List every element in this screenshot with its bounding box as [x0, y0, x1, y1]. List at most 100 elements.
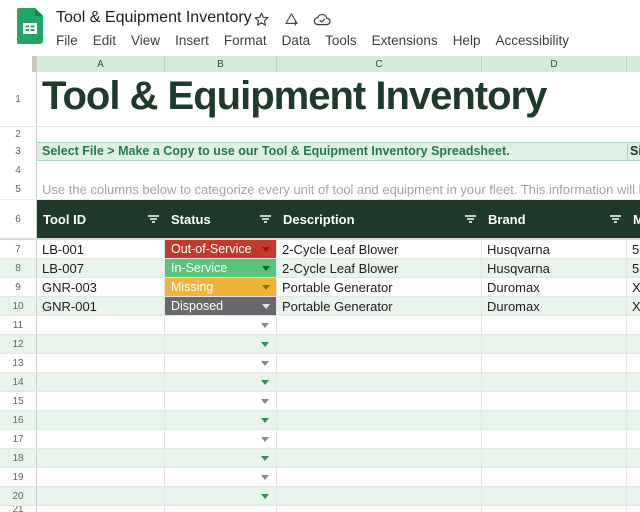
- row-number-19[interactable]: 19: [0, 468, 37, 486]
- empty-cell[interactable]: [627, 354, 640, 372]
- empty-cell[interactable]: [482, 487, 627, 505]
- column-header-e[interactable]: [627, 56, 640, 72]
- row-number-1[interactable]: 1: [0, 72, 37, 126]
- empty-cell[interactable]: [277, 506, 482, 512]
- row-number-21[interactable]: 21: [0, 506, 37, 512]
- header-cell-tool-id[interactable]: Tool ID: [37, 200, 165, 238]
- cell-model[interactable]: XP: [627, 297, 640, 315]
- menu-tools[interactable]: Tools: [325, 33, 357, 48]
- empty-cell[interactable]: [482, 411, 627, 429]
- empty-cell[interactable]: [627, 487, 640, 505]
- cell-description[interactable]: 2-Cycle Leaf Blower: [277, 240, 482, 258]
- empty-status-cell[interactable]: [165, 430, 277, 448]
- empty-cell[interactable]: [627, 468, 640, 486]
- empty-cell[interactable]: [277, 468, 482, 486]
- menu-extensions[interactable]: Extensions: [372, 33, 438, 48]
- select-all-corner[interactable]: [0, 56, 37, 72]
- column-header-a[interactable]: A: [37, 56, 165, 72]
- empty-status-cell[interactable]: [165, 506, 277, 512]
- empty-cell[interactable]: [482, 354, 627, 372]
- cell-status[interactable]: In-Service: [165, 259, 277, 277]
- empty-status-cell[interactable]: [165, 468, 277, 486]
- column-header-b[interactable]: B: [165, 56, 277, 72]
- filter-icon[interactable]: [610, 215, 621, 223]
- row-number-17[interactable]: 17: [0, 430, 37, 448]
- row-number-6[interactable]: 6: [0, 200, 37, 238]
- cell-brand[interactable]: Duromax: [482, 297, 627, 315]
- filter-icon[interactable]: [260, 215, 271, 223]
- empty-status-cell[interactable]: [165, 392, 277, 410]
- row-number-13[interactable]: 13: [0, 354, 37, 372]
- filter-icon[interactable]: [148, 215, 159, 223]
- row-number-16[interactable]: 16: [0, 411, 37, 429]
- status-dropdown-chip[interactable]: Out-of-Service: [165, 240, 276, 258]
- empty-cell[interactable]: [277, 373, 482, 391]
- cell-description[interactable]: Portable Generator: [277, 278, 482, 296]
- cell-description[interactable]: 2-Cycle Leaf Blower: [277, 259, 482, 277]
- dropdown-arrow-icon[interactable]: [261, 323, 269, 328]
- row-number-9[interactable]: 9: [0, 278, 37, 296]
- row-number-10[interactable]: 10: [0, 297, 37, 315]
- empty-cell[interactable]: [627, 411, 640, 429]
- cell-brand[interactable]: Husqvarna: [482, 259, 627, 277]
- google-sheets-logo-icon[interactable]: [17, 8, 43, 44]
- row-number-7[interactable]: 7: [0, 240, 37, 258]
- empty-cell[interactable]: [627, 335, 640, 353]
- cell-tool-id[interactable]: GNR-001: [37, 297, 165, 315]
- empty-status-cell[interactable]: [165, 335, 277, 353]
- dropdown-arrow-icon[interactable]: [261, 494, 269, 499]
- empty-status-cell[interactable]: [165, 487, 277, 505]
- empty-cell[interactable]: [627, 430, 640, 448]
- cell-model[interactable]: 57: [627, 240, 640, 258]
- row-number-5[interactable]: 5: [0, 180, 37, 199]
- dropdown-arrow-icon[interactable]: [262, 247, 270, 252]
- cell-description[interactable]: Portable Generator: [277, 297, 482, 315]
- empty-status-cell[interactable]: [165, 316, 277, 334]
- empty-cell[interactable]: [277, 430, 482, 448]
- cell-status[interactable]: Out-of-Service: [165, 240, 277, 258]
- header-cell-brand[interactable]: Brand: [482, 200, 627, 238]
- row-number-12[interactable]: 12: [0, 335, 37, 353]
- empty-status-cell[interactable]: [165, 411, 277, 429]
- row-number-8[interactable]: 8: [0, 259, 37, 277]
- cell-model[interactable]: XP: [627, 278, 640, 296]
- header-cell-status[interactable]: Status: [165, 200, 277, 238]
- empty-cell[interactable]: [277, 449, 482, 467]
- empty-cell[interactable]: [482, 335, 627, 353]
- empty-cell[interactable]: [37, 506, 165, 512]
- row-number-14[interactable]: 14: [0, 373, 37, 391]
- empty-cell[interactable]: [37, 468, 165, 486]
- dropdown-arrow-icon[interactable]: [261, 399, 269, 404]
- empty-cell[interactable]: [482, 506, 627, 512]
- empty-cell[interactable]: [37, 316, 165, 334]
- cloud-saved-icon[interactable]: [313, 12, 332, 27]
- status-dropdown-chip[interactable]: Missing: [165, 278, 276, 296]
- dropdown-arrow-icon[interactable]: [262, 266, 270, 271]
- cell-status[interactable]: Disposed: [165, 297, 277, 315]
- empty-cell[interactable]: [37, 411, 165, 429]
- dropdown-arrow-icon[interactable]: [261, 361, 269, 366]
- empty-cell[interactable]: [277, 316, 482, 334]
- empty-cell[interactable]: [482, 316, 627, 334]
- empty-cell[interactable]: [277, 354, 482, 372]
- empty-cell[interactable]: [37, 335, 165, 353]
- menu-help[interactable]: Help: [453, 33, 481, 48]
- add-shortcut-icon[interactable]: [283, 11, 300, 28]
- empty-cell[interactable]: [627, 373, 640, 391]
- column-header-d[interactable]: D: [482, 56, 627, 72]
- star-icon[interactable]: [253, 11, 270, 28]
- document-title[interactable]: Tool & Equipment Inventory: [56, 9, 252, 27]
- cell-model[interactable]: 57: [627, 259, 640, 277]
- empty-cell[interactable]: [627, 392, 640, 410]
- filter-icon[interactable]: [465, 215, 476, 223]
- empty-cell[interactable]: [627, 449, 640, 467]
- empty-cell[interactable]: [482, 449, 627, 467]
- empty-status-cell[interactable]: [165, 373, 277, 391]
- empty-cell[interactable]: [37, 487, 165, 505]
- menu-insert[interactable]: Insert: [175, 33, 209, 48]
- status-dropdown-chip[interactable]: Disposed: [165, 297, 276, 315]
- empty-cell[interactable]: [37, 392, 165, 410]
- dropdown-arrow-icon[interactable]: [261, 418, 269, 423]
- empty-status-cell[interactable]: [165, 449, 277, 467]
- row-number-11[interactable]: 11: [0, 316, 37, 334]
